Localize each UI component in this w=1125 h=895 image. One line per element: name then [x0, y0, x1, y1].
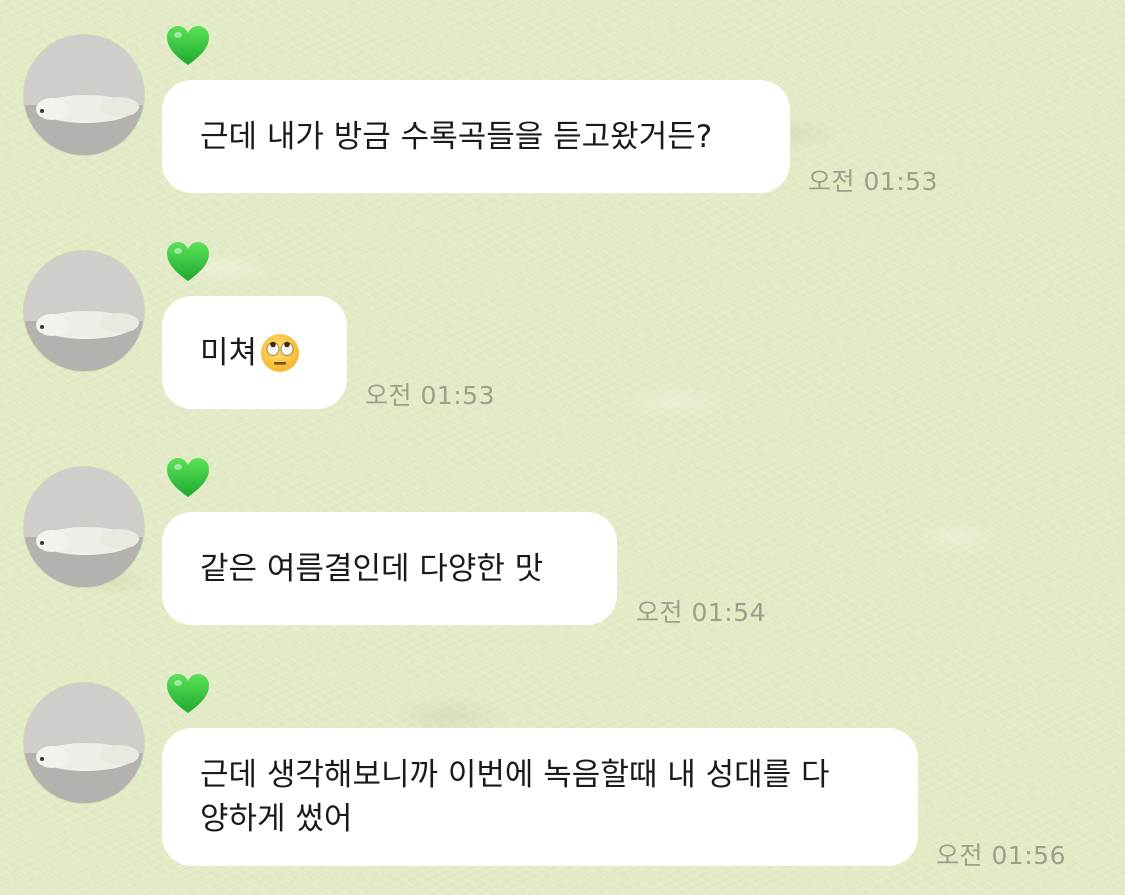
message-bubble[interactable]: 미쳐 [162, 296, 347, 409]
green-heart-icon [167, 242, 209, 281]
message-text-line-1: 근데 생각해보니까 이번에 녹음할때 내 성대를 다 [200, 757, 830, 793]
green-heart-icon [167, 674, 209, 713]
message-bubble[interactable]: 근데 생각해보니까 이번에 녹음할때 내 성대를 다 양하게 썼어 [162, 728, 918, 866]
message-timestamp: 오전 01:53 [808, 167, 938, 196]
avatar[interactable] [24, 35, 144, 155]
message-text: 근데 생각해보니까 이번에 녹음할때 내 성대를 다 양하게 썼어 [200, 753, 830, 841]
avatar[interactable] [24, 683, 144, 803]
message-text-line-2: 양하게 썼어 [200, 801, 353, 837]
green-heart-icon [167, 458, 209, 497]
message-text: 같은 여름결인데 다양한 맛 [200, 550, 544, 587]
message-bubble[interactable]: 근데 내가 방금 수록곡들을 듣고왔거든? [162, 80, 790, 193]
message-timestamp: 오전 01:53 [365, 381, 495, 410]
green-heart-icon [167, 26, 209, 65]
message-timestamp: 오전 01:56 [936, 841, 1066, 870]
message-text: 근데 내가 방금 수록곡들을 듣고왔거든? [200, 118, 713, 155]
message-text: 미쳐 [200, 334, 258, 371]
message-timestamp: 오전 01:54 [636, 598, 766, 627]
avatar[interactable] [24, 251, 144, 371]
avatar[interactable] [24, 467, 144, 587]
face-with-rolling-eyes-icon [261, 333, 300, 372]
message-bubble[interactable]: 같은 여름결인데 다양한 맛 [162, 512, 617, 625]
